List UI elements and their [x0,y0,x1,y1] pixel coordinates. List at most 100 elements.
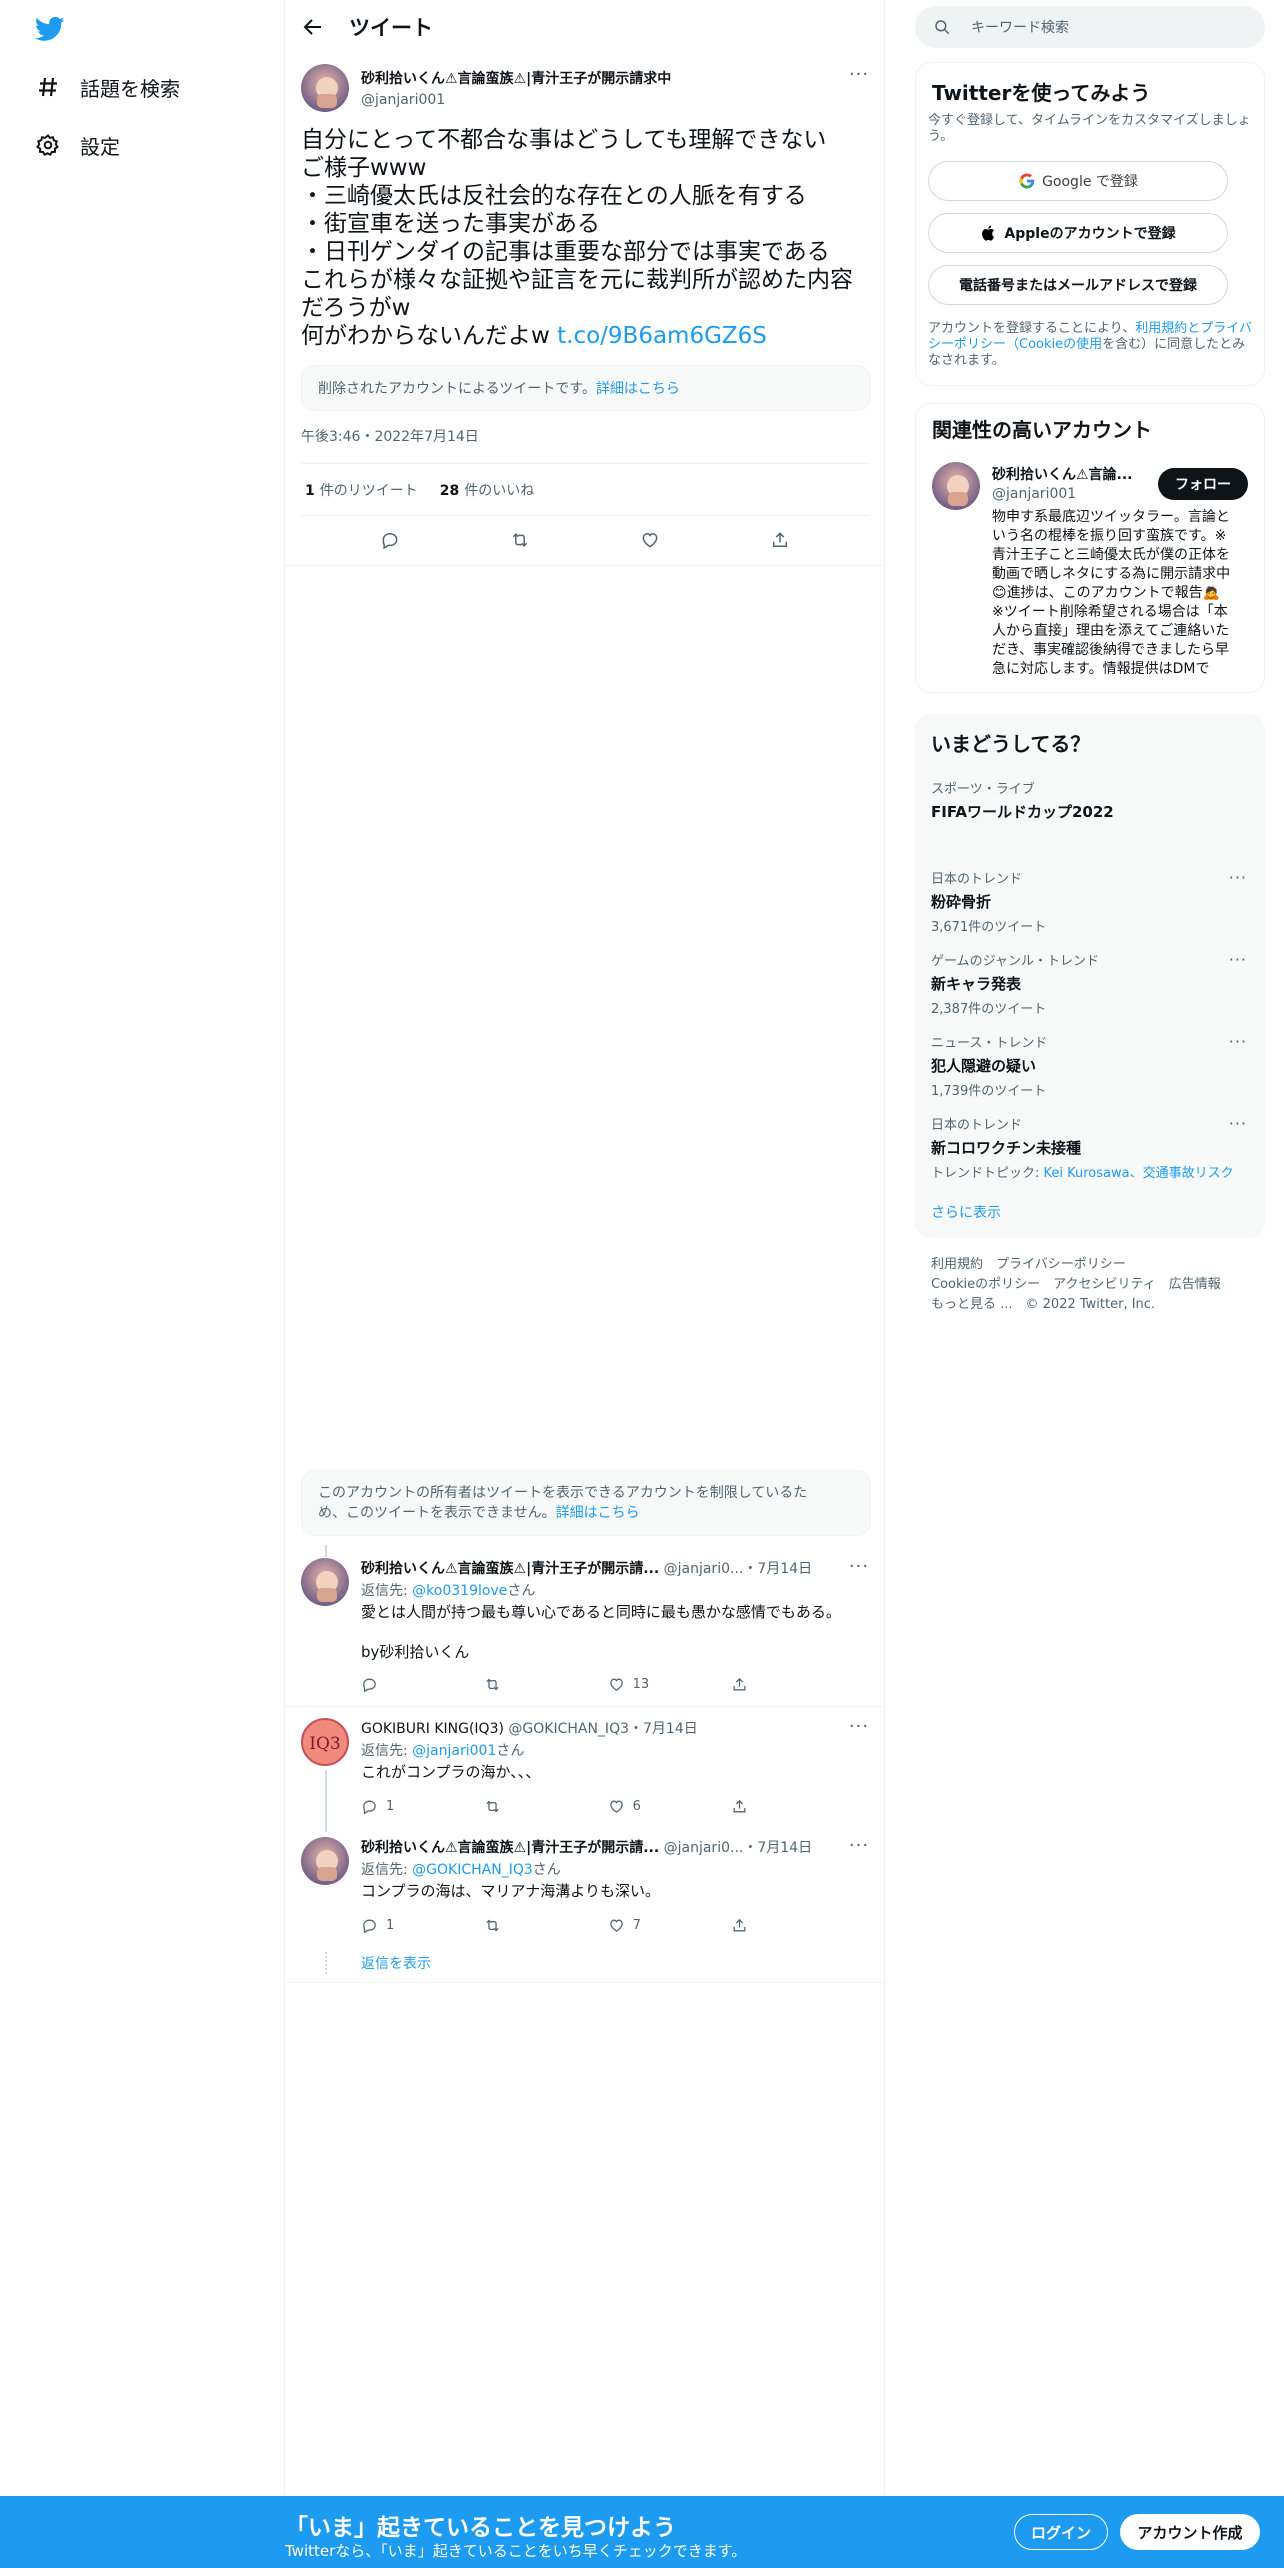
reply-date[interactable]: ・7月14日 [743,1840,812,1856]
author-avatar[interactable] [301,64,349,112]
signup-button[interactable]: アカウント作成 [1120,2514,1260,2550]
reply-meta: 砂利拾いくん⚠言論蛮族⚠|青汁王子が開示請... @janjari0...・7月… [361,1558,831,1578]
phone-email-signup-button[interactable]: 電話番号またはメールアドレスで登録 [928,265,1228,305]
more-options-icon[interactable]: ··· [847,1718,871,1740]
footer-line[interactable]: 利用規約 プライバシーポリシー [931,1255,1221,1275]
reply-button[interactable]: 1 [361,1917,421,1934]
replying-to-link[interactable]: @GOKICHAN_IQ3 [412,1862,533,1878]
search-box[interactable]: キーワード検索 [915,6,1265,48]
reply-avatar[interactable]: IQ3 [301,1718,349,1766]
show-replies-link[interactable]: 返信を表示 [361,1953,431,1973]
more-options-icon[interactable]: ··· [1229,950,1247,969]
trend-item[interactable]: 日本のトレンド 粉砕骨折 3,671件のツイート ··· [931,868,1251,935]
tweet-line-with-link: 何がわからないんだよw t.co/9B6am6GZ6S [301,322,871,350]
trend-category: ゲームのジャンル・トレンド [931,954,1099,969]
like-button[interactable]: 6 [608,1798,668,1815]
more-options-icon[interactable]: ··· [847,1558,871,1580]
reply-avatar[interactable] [301,1837,349,1885]
share-button[interactable] [731,1798,791,1815]
nav-settings-label: 設定 [80,134,120,159]
like-button[interactable]: 7 [608,1917,668,1934]
nav-explore[interactable]: 話題を検索 [36,67,180,107]
trend-item[interactable]: ゲームのジャンル・トレンド 新キャラ発表 2,387件のツイート ··· [931,950,1251,1017]
restricted-notice: このアカウントの所有者はツイートを表示できるアカウントを制限しているた め、この… [301,1470,871,1536]
nav-settings[interactable]: 設定 [36,125,120,165]
replying-to-link[interactable]: @ko0319love [412,1583,507,1599]
heart-icon [642,532,658,548]
reply-button[interactable] [361,1676,421,1693]
apple-signup-button[interactable]: Appleのアカウントで登録 [928,213,1228,253]
back-arrow-icon[interactable] [301,15,325,39]
like-button[interactable]: 13 [608,1676,668,1693]
trend-topic-links[interactable]: Kei Kurosawa、交通事故リスク [1044,1166,1234,1181]
tweet-text: 自分にとって不都合な事はどうしても理解できない ご様子www ・三崎優太氏は反社… [301,126,871,350]
share-button[interactable] [762,522,798,558]
like-count: 7 [632,1918,641,1933]
deleted-more-link[interactable]: 詳細はこちら [596,381,680,397]
more-options-icon[interactable]: ··· [1229,1032,1247,1051]
follow-button[interactable]: フォロー [1158,468,1248,500]
google-signup-button[interactable]: Google で登録 [928,161,1228,201]
login-button[interactable]: ログイン [1014,2514,1108,2550]
reply-icon [382,532,398,550]
reply-avatar[interactable] [301,1558,349,1606]
retweet-button[interactable] [484,1676,544,1693]
more-options-icon[interactable]: ··· [1229,1114,1247,1133]
more-options-icon[interactable]: ··· [847,66,871,88]
deleted-notice-text: 削除されたアカウントによるツイートです。 [318,381,596,397]
bio-line: 物申す系最底辺ツイッタラー。言論と [992,509,1230,525]
reply-button[interactable]: 1 [361,1798,421,1815]
related-name[interactable]: 砂利拾いくん⚠言論... [992,464,1142,484]
like-button[interactable] [632,522,668,558]
reply-author-name[interactable]: 砂利拾いくん⚠言論蛮族⚠|青汁王子が開示請... [361,1561,659,1577]
divider [301,515,869,516]
reply-tweet[interactable]: 砂利拾いくん⚠言論蛮族⚠|青汁王子が開示請... @janjari0...・7月… [285,1558,885,1708]
share-button[interactable] [731,1676,791,1693]
reply-author-name[interactable]: GOKIBURI KING(IQ3) [361,1721,504,1737]
reply-author-name[interactable]: 砂利拾いくん⚠言論蛮族⚠|青汁王子が開示請... [361,1840,659,1856]
retweet-button[interactable] [484,1798,544,1815]
restricted-more-link[interactable]: 詳細はこちら [556,1505,640,1521]
replying-to: 返信先: @janjari001さん [361,1740,524,1760]
like-count: 28 [439,483,460,499]
replying-to-link[interactable]: @janjari001 [412,1743,496,1759]
reply-icon [363,1678,376,1693]
bio-line: だき、事実確認後納得できましたら早 [992,642,1230,658]
author-name[interactable]: 砂利拾いくん⚠言論蛮族⚠|青汁王子が開示請求中 [361,71,671,87]
related-handle[interactable]: @janjari001 [992,486,1076,502]
related-avatar[interactable] [932,462,980,510]
retweet-button[interactable] [484,1917,544,1934]
reply-button[interactable] [372,522,408,558]
more-options-icon[interactable]: ··· [1229,868,1247,887]
reply-tweet[interactable]: IQ3 GOKIBURI KING(IQ3) @GOKICHAN_IQ3・7月1… [285,1718,885,1832]
trend-name: 新キャラ発表 [931,975,1022,993]
bio-line: 青汁王子こと三崎優太氏が僕の正体を [992,547,1230,563]
trend-item[interactable]: 日本のトレンド 新コロワクチン未接種 トレンドトピック: Kei Kurosaw… [931,1114,1251,1181]
trend-item[interactable]: ニュース・トレンド 犯人隠避の疑い 1,739件のツイート ··· [931,1032,1251,1099]
footer-line[interactable]: Cookieのポリシー アクセシビリティ 広告情報 [931,1275,1221,1295]
retweet-button[interactable] [502,522,538,558]
reply-date[interactable]: ・7月14日 [743,1561,812,1577]
more-options-icon[interactable]: ··· [847,1837,871,1859]
twitter-logo-icon[interactable] [32,14,68,44]
reply-author-handle[interactable]: @GOKICHAN_IQ3 [508,1721,629,1737]
trend-category: 日本のトレンド [931,1118,1023,1133]
reply-date[interactable]: ・7月14日 [629,1721,698,1737]
footer-line[interactable]: もっと見る ... © 2022 Twitter, Inc. [931,1295,1221,1315]
google-signup-label: Google で登録 [1042,174,1138,190]
main-column: ツイート 砂利拾いくん⚠言論蛮族⚠|青汁王子が開示請求中 @janjari001… [285,0,885,2568]
retweet-stat[interactable]: 1 件のリツイート [305,480,418,500]
tweet-timestamp[interactable]: 午後3:46・2022年7月14日 [301,426,479,446]
reply-tweet[interactable]: 砂利拾いくん⚠言論蛮族⚠|青汁王子が開示請... @janjari0...・7月… [285,1837,885,1937]
share-button[interactable] [731,1917,791,1934]
show-more-link[interactable]: さらに表示 [931,1202,1001,1222]
tweet-link[interactable]: t.co/9B6am6GZ6S [557,323,767,349]
reply-author-handle[interactable]: @janjari0... [664,1561,744,1577]
trend-count: 2,387件のツイート [931,1002,1047,1017]
author-handle[interactable]: @janjari001 [361,92,445,108]
thread-line [325,1545,327,1557]
trend-item-live[interactable]: スポーツ・ライブ FIFAワールドカップ2022 [931,778,1251,822]
reply-author-handle[interactable]: @janjari0... [664,1840,744,1856]
share-icon [773,532,787,547]
like-stat[interactable]: 28 件のいいね [440,480,534,500]
